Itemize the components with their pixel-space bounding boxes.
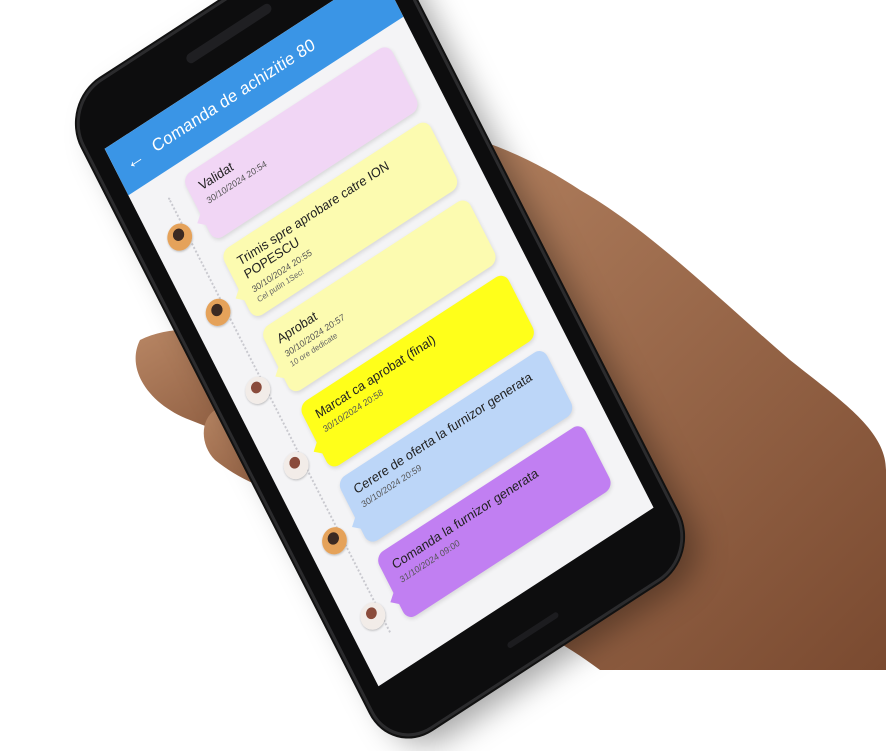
phone-screen: ← Comanda de achizitie 80 Validat 30/10/… (104, 0, 654, 687)
avatar[interactable] (355, 597, 390, 635)
phone-device: ← Comanda de achizitie 80 Validat 30/10/… (64, 0, 696, 751)
home-indicator (506, 611, 560, 650)
avatar[interactable] (240, 371, 275, 410)
avatar[interactable] (201, 293, 235, 332)
avatar[interactable] (317, 522, 352, 560)
avatar[interactable] (162, 218, 197, 256)
avatar[interactable] (279, 446, 313, 485)
